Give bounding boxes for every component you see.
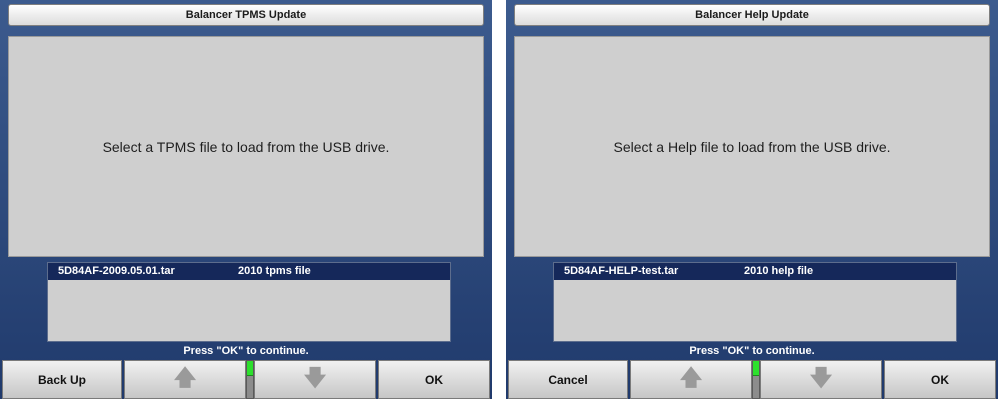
instruction-text: Select a TPMS file to load from the USB … bbox=[102, 138, 390, 155]
file-list: 5D84AF-HELP-test.tar 2010 help file bbox=[553, 262, 957, 342]
list-scrollbar[interactable] bbox=[752, 360, 760, 399]
ok-button[interactable]: OK bbox=[378, 360, 490, 399]
ok-button[interactable]: OK bbox=[884, 360, 996, 399]
continue-hint: Press "OK" to continue. bbox=[183, 345, 309, 357]
instruction-text: Select a Help file to load from the USB … bbox=[613, 138, 891, 155]
scroll-up-button[interactable]: 🡅 bbox=[630, 360, 752, 399]
scrollbar-thumb[interactable] bbox=[247, 361, 253, 376]
continue-hint: Press "OK" to continue. bbox=[689, 345, 815, 357]
back-up-button[interactable]: Back Up bbox=[2, 360, 122, 399]
down-arrow-icon: 🡇 bbox=[303, 364, 327, 390]
file-list-item[interactable]: 5D84AF-2009.05.01.tar 2010 tpms file bbox=[48, 263, 450, 280]
up-arrow-icon: 🡅 bbox=[173, 364, 197, 390]
scroll-down-button[interactable]: 🡇 bbox=[760, 360, 882, 399]
down-arrow-icon: 🡇 bbox=[809, 364, 833, 390]
cancel-button[interactable]: Cancel bbox=[508, 360, 628, 399]
file-list: 5D84AF-2009.05.01.tar 2010 tpms file bbox=[47, 262, 451, 342]
file-list-item[interactable]: 5D84AF-HELP-test.tar 2010 help file bbox=[554, 263, 956, 280]
list-scrollbar[interactable] bbox=[246, 360, 254, 399]
button-bar: Back Up 🡅 🡇 OK bbox=[0, 360, 492, 399]
file-description: 2010 tpms file bbox=[238, 265, 311, 277]
screen-title: Balancer Help Update bbox=[514, 4, 990, 26]
scroll-down-button[interactable]: 🡇 bbox=[254, 360, 376, 399]
message-panel: Select a TPMS file to load from the USB … bbox=[8, 36, 484, 257]
button-bar: Cancel 🡅 🡇 OK bbox=[506, 360, 998, 399]
scroll-up-button[interactable]: 🡅 bbox=[124, 360, 246, 399]
message-panel: Select a Help file to load from the USB … bbox=[514, 36, 990, 257]
file-description: 2010 help file bbox=[744, 265, 814, 277]
up-arrow-icon: 🡅 bbox=[679, 364, 703, 390]
tpms-update-screen: Balancer TPMS Update Select a TPMS file … bbox=[0, 0, 492, 399]
file-name: 5D84AF-2009.05.01.tar bbox=[58, 265, 175, 277]
file-name: 5D84AF-HELP-test.tar bbox=[564, 265, 679, 277]
scrollbar-thumb[interactable] bbox=[753, 361, 759, 376]
screen-title: Balancer TPMS Update bbox=[8, 4, 484, 26]
help-update-screen: Balancer Help Update Select a Help file … bbox=[506, 0, 998, 399]
